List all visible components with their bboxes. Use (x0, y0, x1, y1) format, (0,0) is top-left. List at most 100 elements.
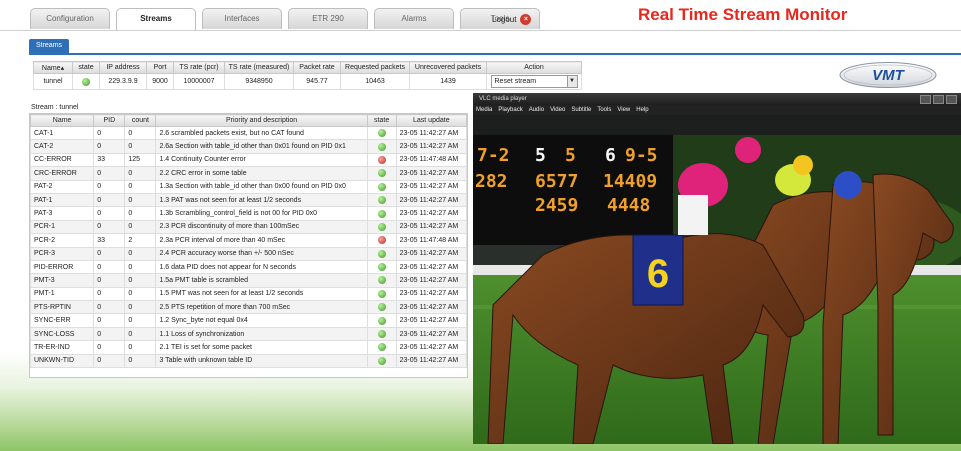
alarm-row[interactable]: PID-ERROR 0 0 1.6 data PID does not appear … (30, 259, 467, 275)
scoreboard-value: 6 (605, 145, 616, 166)
tab-interfaces[interactable]: Interfaces (202, 8, 282, 29)
alarm-table-panel: Name PID count Priority and description … (29, 113, 468, 378)
alarm-pid: 0 (93, 219, 126, 235)
minimize-icon[interactable] (920, 95, 931, 104)
alarm-count: 125 (124, 152, 157, 168)
alarm-row[interactable]: PAT-2 0 0 1.3a Section with table_id other … (30, 179, 467, 194)
col-alarm-desc[interactable]: Priority and description (155, 114, 368, 127)
close-icon[interactable] (946, 95, 957, 104)
alarm-state (366, 273, 397, 288)
maximize-icon[interactable] (933, 95, 944, 104)
alarm-state (366, 286, 397, 302)
vlc-menu-video[interactable]: Video (550, 105, 565, 115)
alarm-desc: 2.5 PTS repetition of more than 700 mSec (155, 300, 368, 315)
vlc-player-window: VLC media player Media Playback Audio Vi… (473, 93, 961, 444)
alarm-row[interactable]: TR-ER-IND 0 0 2.1 TEI is set for some packe… (30, 340, 467, 355)
alarm-name: PID-ERROR (30, 259, 95, 275)
subtab-streams[interactable]: Streams (29, 39, 69, 53)
col-alarm-state[interactable]: state (366, 114, 397, 127)
logout-label: Logout (492, 15, 517, 24)
col-alarm-name[interactable]: Name (30, 114, 95, 127)
alarm-last-update: 23-05 11:47:48 AM (395, 233, 467, 248)
status-ok-icon (377, 276, 386, 285)
vlc-menu-view[interactable]: View (617, 105, 630, 115)
window-controls (920, 95, 957, 104)
vlc-menu-media[interactable]: Media (476, 105, 492, 115)
alarm-row[interactable]: PCR-1 0 0 2.3 PCR discontinuity of more tha… (30, 219, 467, 235)
alarm-row[interactable]: PMT-3 0 0 1.5a PMT table is scrambled 23-05 … (30, 273, 467, 288)
streams-header-row: Name▴ state IP address Port TS rate (pcr… (33, 61, 582, 74)
alarm-row[interactable]: PAT-3 0 0 1.3b Scrambling_control_field is … (30, 206, 467, 221)
col-ts-pcr[interactable]: TS rate (pcr) (173, 61, 225, 74)
status-ok-icon (377, 196, 386, 205)
alarm-state (366, 353, 397, 369)
alarm-row[interactable]: PCR-3 0 0 2.4 PCR accuracy worse than +/- 5… (30, 246, 467, 261)
vlc-menu-help[interactable]: Help (636, 105, 648, 115)
logout-button[interactable]: Logout × (492, 14, 532, 25)
alarm-state (366, 340, 397, 355)
alarm-state (366, 125, 397, 141)
vlc-menu-bar: Media Playback Audio Video Subtitle Tool… (473, 105, 961, 115)
alarm-row[interactable]: PAT-1 0 0 1.3 PAT was not seen for at least… (30, 192, 467, 208)
col-state[interactable]: state (72, 61, 100, 74)
alarm-row[interactable]: UNKWN-TID 0 0 3 Table with unknown table ID… (30, 353, 467, 369)
alarm-row[interactable]: PCR-2 33 2 2.3a PCR interval of more than 4… (30, 233, 467, 248)
col-alarm-count[interactable]: count (124, 114, 157, 127)
tab-streams[interactable]: Streams (116, 8, 196, 31)
col-name[interactable]: Name▴ (33, 61, 73, 74)
col-packet-rate[interactable]: Packet rate (293, 61, 341, 74)
alarm-count: 0 (124, 313, 157, 328)
alarm-desc: 1.3b Scrambling_control_field is not 00 … (155, 206, 368, 221)
alarm-row[interactable]: SYNC-ERR 0 0 1.2 Sync_byte not equal 0x4 23-… (30, 313, 467, 328)
stream-ts-pcr: 10000007 (173, 73, 225, 90)
col-unrecovered[interactable]: Unrecovered packets (409, 61, 487, 74)
alarm-name: PCR-2 (30, 233, 95, 248)
vlc-menu-subtitle[interactable]: Subtitle (571, 105, 591, 115)
col-ts-measured[interactable]: TS rate (measured) (224, 61, 294, 74)
action-select[interactable]: Reset stream ▼ (490, 75, 578, 88)
alarm-pid: 0 (93, 326, 126, 342)
status-ok-icon (377, 356, 386, 365)
chevron-down-icon[interactable]: ▼ (566, 76, 577, 87)
status-ok-icon (377, 209, 386, 218)
scoreboard-value: 6577 (535, 171, 578, 192)
tab-etr290[interactable]: ETR 290 (288, 8, 368, 29)
alarm-state (366, 326, 397, 342)
alarm-row[interactable]: PTS-RPTIN 0 0 2.5 PTS repetition of more th… (30, 300, 467, 315)
vlc-title-bar[interactable]: VLC media player (473, 93, 961, 105)
col-alarm-date[interactable]: Last update (395, 114, 467, 127)
alarm-count: 0 (124, 192, 157, 208)
alarm-state (366, 300, 397, 315)
vlc-menu-playback[interactable]: Playback (498, 105, 522, 115)
status-ok-icon (377, 182, 386, 191)
stream-unrecovered: 1439 (409, 73, 487, 90)
alarm-count: 0 (124, 353, 157, 369)
alarm-row[interactable]: SYNC-LOSS 0 0 1.1 Loss of synchronization 23… (30, 326, 467, 342)
alarm-row[interactable]: CAT-1 0 0 2.6 scrambled packets exist, but … (30, 125, 467, 141)
vlc-menu-audio[interactable]: Audio (529, 105, 544, 115)
stream-row[interactable]: tunnel 229.3.9.9 9000 10000007 9348950 9… (33, 73, 582, 90)
alarm-count: 0 (124, 300, 157, 315)
alarm-name: SYNC-ERR (30, 313, 95, 328)
alarm-last-update: 23-05 11:47:48 AM (395, 152, 467, 168)
col-ip[interactable]: IP address (99, 61, 147, 74)
video-frame-horse-race[interactable]: 7-2 5 5 6 9-5 10 282 6577 14409 2459 444… (473, 115, 961, 444)
alarm-row[interactable]: CAT-2 0 0 2.6a Section with table_id other … (30, 139, 467, 154)
vlc-menu-tools[interactable]: Tools (597, 105, 611, 115)
stream-packet-rate: 945.77 (293, 73, 341, 90)
tab-configuration[interactable]: Configuration (30, 8, 110, 29)
col-alarm-pid[interactable]: PID (93, 114, 126, 127)
col-port[interactable]: Port (146, 61, 174, 74)
alarm-pid: 0 (93, 192, 126, 208)
alarm-pid: 0 (93, 246, 126, 261)
alarm-row[interactable]: PMT-1 0 0 1.5 PMT was not seen for at least… (30, 286, 467, 302)
alarm-row[interactable]: CRC-ERROR 0 0 2.2 CRC error in some table 23… (30, 166, 467, 181)
alarm-count: 2 (124, 233, 157, 248)
status-ok-icon (377, 343, 386, 352)
alarm-desc: 1.5 PMT was not seen for at least 1/2 se… (155, 286, 368, 302)
subtab-divider (29, 53, 961, 55)
col-requested[interactable]: Requested packets (340, 61, 410, 74)
tab-alarms[interactable]: Alarms (374, 8, 454, 29)
alarm-row[interactable]: CC-ERROR 33 125 1.4 Continuity Counter erro… (30, 152, 467, 168)
status-error-icon (377, 155, 386, 164)
